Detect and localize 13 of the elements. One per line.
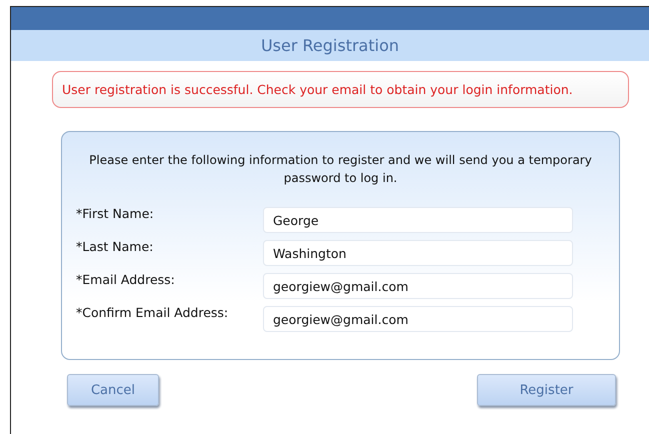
input-field[interactable]: George: [263, 207, 573, 233]
field-label: *Confirm Email Address:: [75, 305, 230, 320]
cancel-button[interactable]: Cancel: [67, 374, 159, 406]
input-field[interactable]: georgiew@gmail.com: [263, 273, 573, 299]
input-field[interactable]: Washington: [263, 240, 573, 266]
instructions-text: Please enter the following information to register and we will send you a temporary password to log in.: [88, 152, 593, 187]
field-label: *First Name:: [75, 206, 155, 221]
input-field[interactable]: georgiew@gmail.com: [263, 306, 573, 332]
window-title: User Registration: [260, 36, 400, 55]
field-label: *Last Name:: [75, 239, 154, 254]
field-label: *Email Address:: [75, 272, 176, 287]
alert-message: User registration is successful. Check your email to obtain your login information.: [62, 82, 573, 97]
register-button[interactable]: Register: [477, 374, 616, 406]
